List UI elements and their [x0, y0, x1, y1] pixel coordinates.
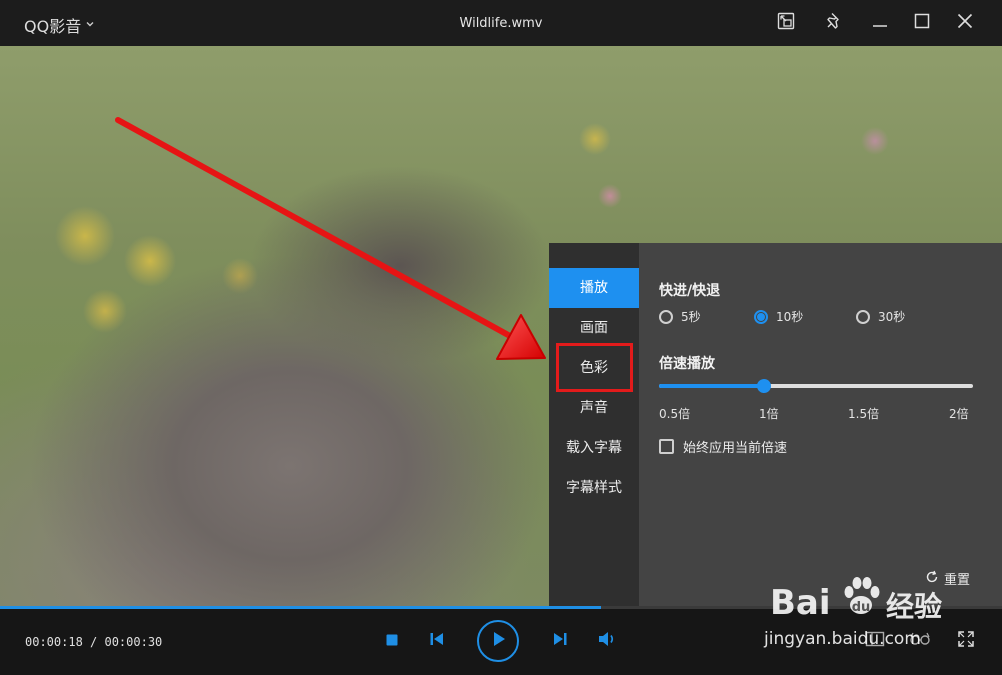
annotation-highlight-box: [556, 343, 633, 392]
seek-10s-label: 10秒: [776, 310, 804, 324]
radio-circle: [754, 309, 768, 324]
play-icon: [489, 630, 507, 652]
radio-circle: [856, 309, 870, 324]
maximize-icon: [913, 12, 931, 34]
speed-tick-label: 1倍: [759, 407, 779, 421]
file-title: Wildlife.wmv: [459, 16, 543, 31]
stop-button[interactable]: [382, 631, 402, 651]
seek-5s-radio[interactable]: 5秒: [659, 308, 701, 325]
seek-10s-radio[interactable]: 10秒: [754, 308, 803, 325]
speed-tick-label: 0.5倍: [659, 407, 691, 421]
checkbox-box: [659, 439, 674, 454]
baidu-jingyan-watermark: Bai du 经验 jingyan.baidu.com: [760, 563, 1000, 663]
speed-slider-handle[interactable]: [756, 379, 771, 393]
maximize-button[interactable]: [907, 8, 937, 38]
always-apply-label: 始终应用当前倍速: [683, 441, 788, 456]
volume-icon: [598, 631, 618, 651]
settings-panel: 播放 画面 色彩 声音 载入字幕 字幕样式 快进/快退 5秒 10秒 30秒 倍…: [549, 243, 1002, 616]
close-button[interactable]: [950, 8, 980, 38]
nav-item-audio[interactable]: 声音: [549, 388, 639, 428]
nav-item-load-subtitle[interactable]: 载入字幕: [549, 428, 639, 468]
speed-slider-fill: [659, 384, 764, 388]
previous-button[interactable]: [427, 631, 447, 651]
seek-30s-label: 30秒: [878, 310, 906, 324]
volume-button[interactable]: [597, 631, 619, 651]
radio-circle: [659, 309, 673, 324]
always-apply-speed-checkbox[interactable]: 始终应用当前倍速: [659, 437, 787, 456]
nav-item-subtitle-style[interactable]: 字幕样式: [549, 468, 639, 508]
speed-tick-label: 1.5倍: [848, 407, 880, 421]
mini-mode-button[interactable]: [771, 8, 801, 38]
close-icon: [956, 12, 974, 34]
nav-item-playback[interactable]: 播放: [549, 268, 639, 308]
time-display: 00:00:18 / 00:00:30: [25, 635, 163, 649]
seek-5s-label: 5秒: [681, 310, 701, 324]
title-bar: QQ影音 Wildlife.wmv: [0, 0, 1002, 46]
previous-icon: [429, 631, 445, 651]
minimize-icon: [871, 12, 889, 34]
watermark-brand-cn: 经验: [886, 590, 943, 623]
paw-icon: du: [840, 573, 882, 623]
pin-button[interactable]: [820, 8, 850, 38]
seek-section-title: 快进/快退: [659, 283, 721, 299]
pin-icon: [825, 11, 845, 35]
mini-mode-icon: [776, 11, 796, 35]
stop-icon: [385, 632, 399, 651]
speed-section-title: 倍速播放: [659, 356, 715, 372]
watermark-url: jingyan.baidu.com: [764, 629, 921, 649]
svg-text:du: du: [852, 600, 871, 615]
minimize-button[interactable]: [865, 8, 895, 38]
settings-nav: 播放 画面 色彩 声音 载入字幕 字幕样式: [549, 243, 639, 616]
nav-item-picture[interactable]: 画面: [549, 308, 639, 348]
speed-slider[interactable]: [659, 379, 973, 393]
seek-30s-radio[interactable]: 30秒: [856, 308, 905, 325]
watermark-brand: Bai: [770, 583, 831, 623]
next-button[interactable]: [550, 631, 570, 651]
speed-tick-label: 2倍: [949, 407, 969, 421]
play-button[interactable]: [477, 620, 519, 662]
next-icon: [552, 631, 568, 651]
